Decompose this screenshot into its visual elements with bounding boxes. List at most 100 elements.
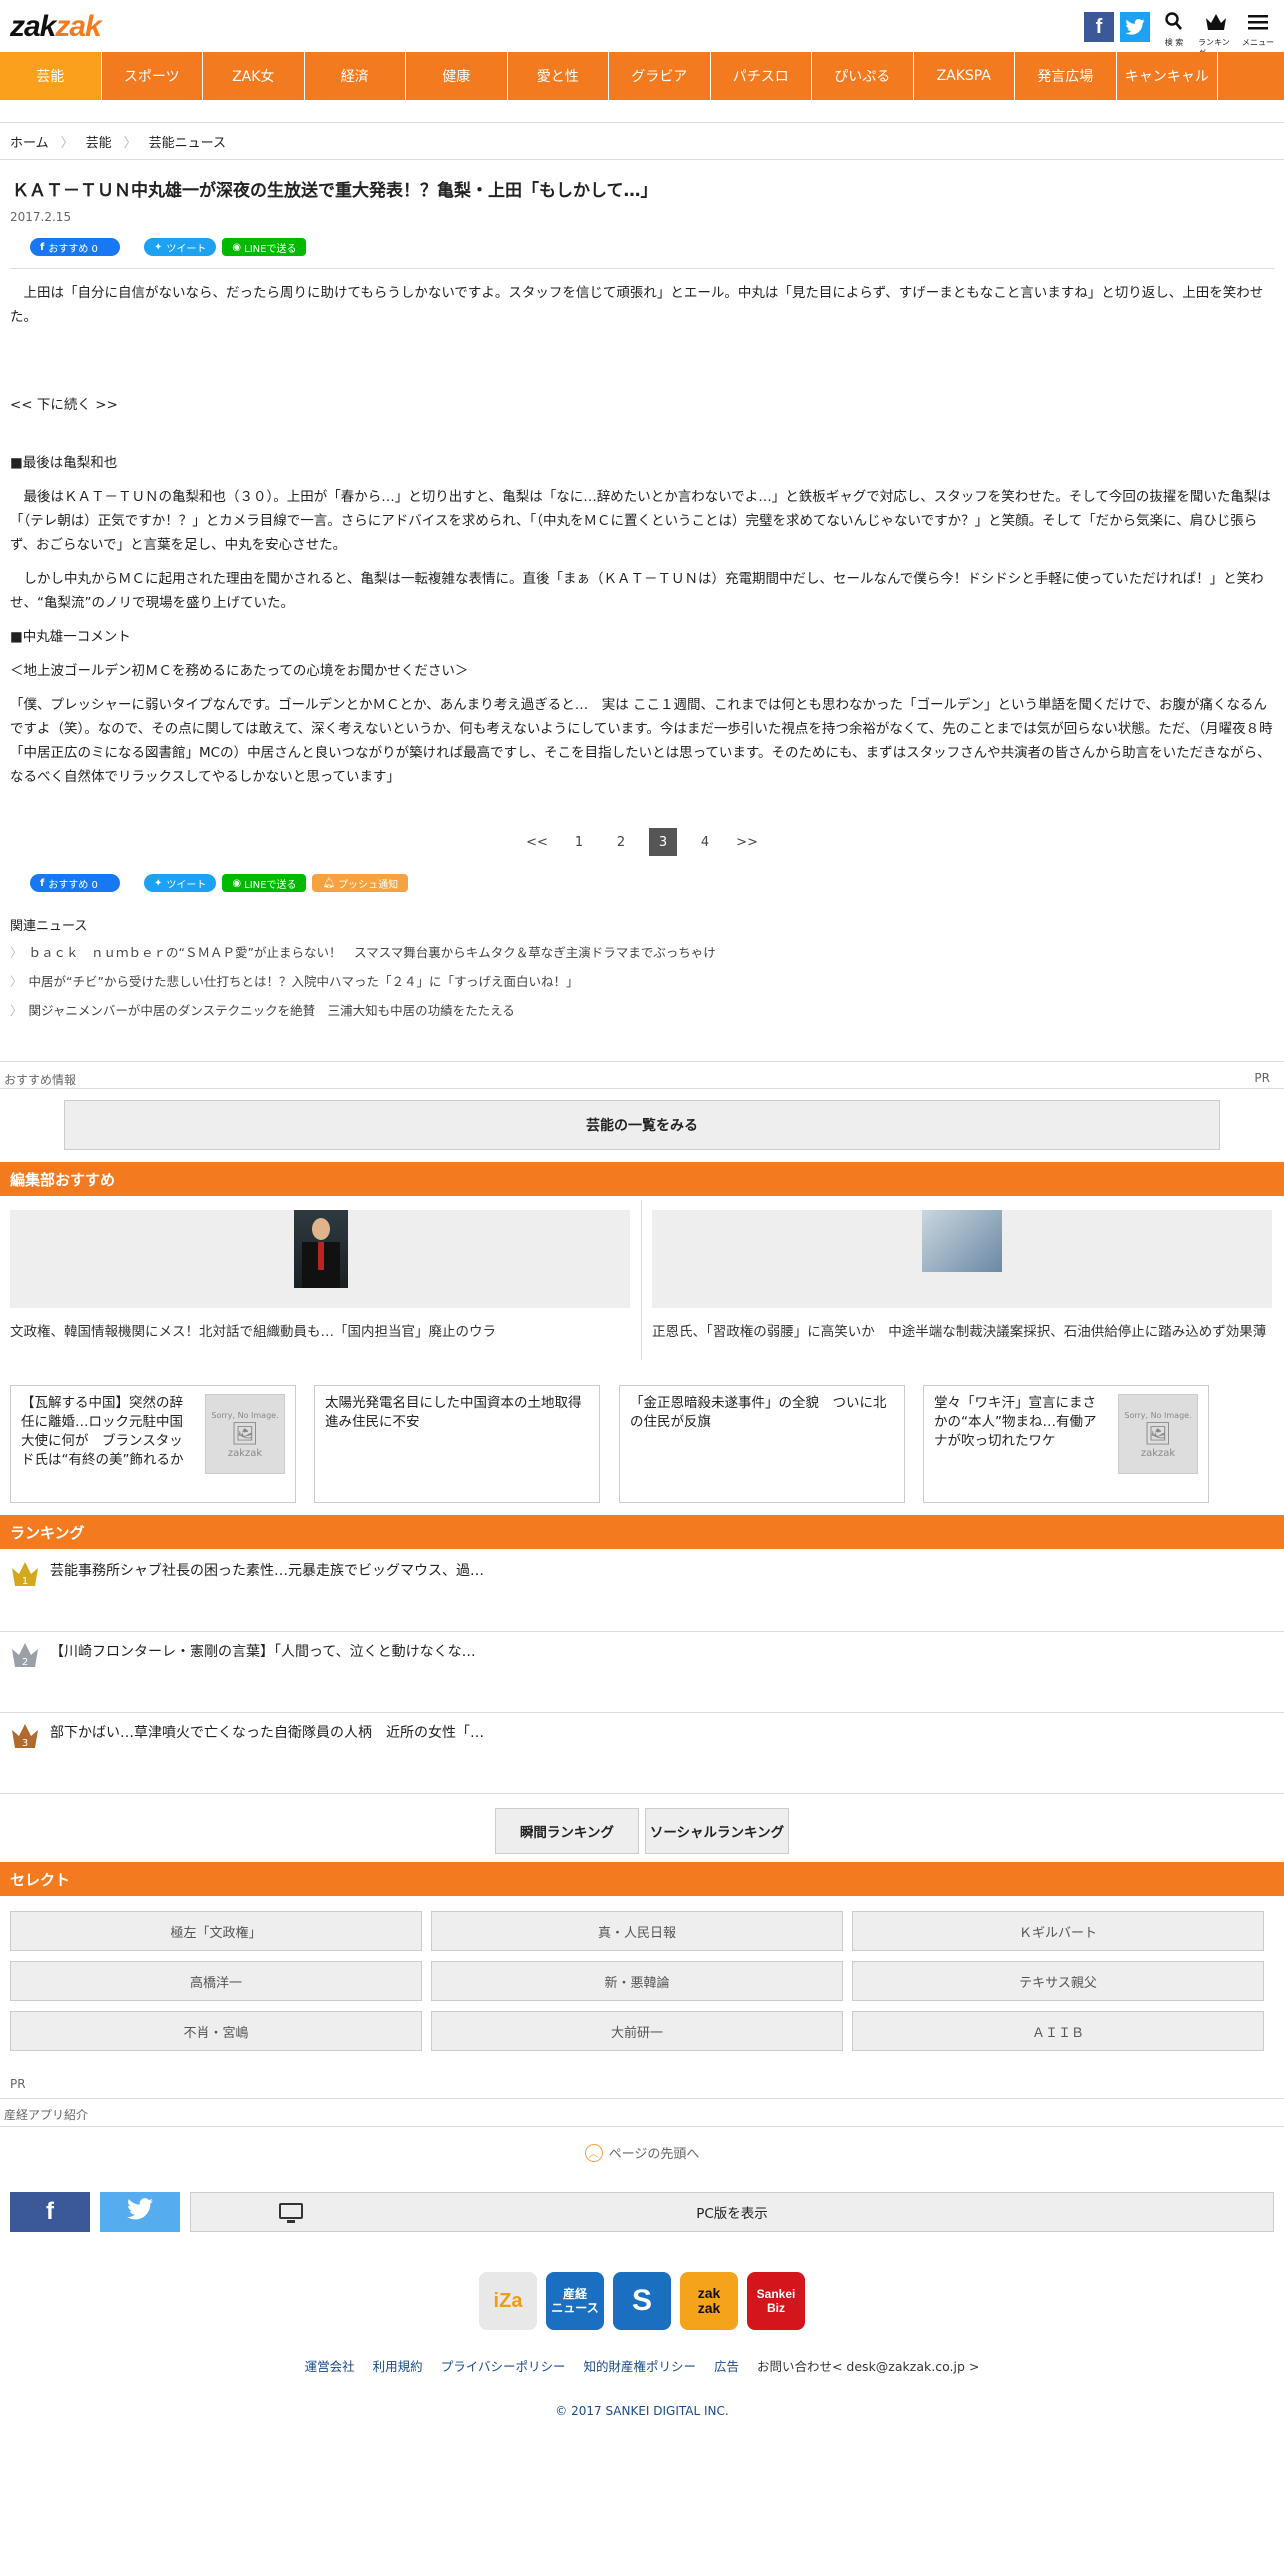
ranking-item[interactable]: 2 【川崎フロンターレ・憲剛の言葉】「人間って、泣くと動けなくな… (0, 1633, 1284, 1713)
pager-page-4[interactable]: 4 (691, 828, 719, 856)
app-logo-label: Sankei Biz (756, 2287, 796, 2315)
article-paragraph: 最後はＫＡＴ－ＴＵＮの亀梨和也（３０）。上田が「春から…」と切り出すと、亀梨は「… (10, 489, 1271, 553)
view-geino-list-button[interactable]: 芸能の一覧をみる (64, 1100, 1220, 1150)
line-share-button[interactable]: ◉ LINEで送る (222, 874, 307, 892)
select-item[interactable]: 極左「文政権」 (10, 1911, 422, 1951)
footer-link-ip-policy[interactable]: 知的財産権ポリシー (583, 2356, 696, 2375)
zakzak-app-logo[interactable]: zak zak (680, 2272, 738, 2330)
pager-last[interactable]: >> (733, 828, 761, 856)
copyright: © 2017 SANKEI DIGITAL INC. (555, 2404, 729, 2418)
facebook-icon[interactable]: f (1084, 12, 1114, 42)
sankeibiz-app-logo[interactable]: Sankei Biz (747, 2272, 805, 2330)
breadcrumb-separator: 〉 (123, 135, 137, 151)
pc-version-button[interactable]: PC版を表示 (190, 2192, 1274, 2232)
nav-item-pachislo[interactable]: パチスロ (711, 52, 812, 100)
article-date: 2017.2.15 (10, 210, 72, 224)
nav-item-people[interactable]: ぴいぷる (812, 52, 914, 100)
site-logo[interactable]: zakzak (10, 10, 102, 44)
tweet-button[interactable]: ✦ ツイート (144, 874, 217, 892)
footer-link-company[interactable]: 運営会社 (305, 2356, 355, 2375)
divider (0, 1061, 1284, 1062)
facebook-icon: f (46, 2198, 54, 2225)
pager-page-1[interactable]: 1 (565, 828, 593, 856)
footer-link-terms[interactable]: 利用規約 (373, 2356, 423, 2375)
facebook-footer-button[interactable]: f (10, 2192, 90, 2232)
pager-page-2[interactable]: 2 (607, 828, 635, 856)
ranking-item[interactable]: 1 芸能事務所シャブ社長の困った素性…元暴走族でビッグマウス、過… (0, 1552, 1284, 1632)
twitter-bird-icon: ✦ (154, 241, 163, 253)
no-image-brand: zakzak (1140, 1447, 1176, 1459)
footer-link-privacy[interactable]: プライバシーポリシー (441, 2356, 566, 2375)
feature-photo (294, 1210, 348, 1288)
ranking-item[interactable]: 3 部下かばい…草津噴火で亡くなった自衛隊員の人柄 近所の女性「… (0, 1714, 1284, 1794)
back-to-top-link[interactable]: ︿ ページの先頭へ (0, 2143, 1284, 2162)
nav-item-sports[interactable]: スポーツ (102, 52, 203, 100)
sankei-news-app-logo[interactable]: 産経 ニュース (546, 2272, 604, 2330)
continue-reading-link[interactable]: << 下に続く >> (10, 393, 1274, 417)
twitter-bird-icon: ✦ (154, 877, 163, 889)
select-item[interactable]: 真・人民日報 (431, 1911, 843, 1951)
tweet-button[interactable]: ✦ ツイート (144, 238, 217, 256)
divider (641, 1200, 642, 1360)
feature-article[interactable]: 文政権、韓国情報機関にメス！北対話で組織動員も…「国内担当官」廃止のウラ (10, 1210, 640, 1364)
gold-crown-icon: 1 (10, 1558, 40, 1588)
select-item[interactable]: 高橋洋一 (10, 1961, 422, 2001)
recommend-card[interactable]: 「金正恩暗殺未遂事件」の全貌 ついに北の住民が反旗 (619, 1385, 905, 1503)
image-icon: 🖼︎ (231, 1421, 259, 1447)
footer-contact[interactable]: お問い合わせ< desk@zakzak.co.jp > (757, 2356, 979, 2375)
feature-photo (922, 1210, 1002, 1272)
image-icon: 🖼︎ (1144, 1421, 1172, 1447)
breadcrumb-home[interactable]: ホーム (10, 132, 49, 151)
recommend-card[interactable]: 太陽光発電名目にした中国資本の土地取得進み住民に不安 (314, 1385, 600, 1503)
select-item[interactable]: 大前研一 (431, 2011, 843, 2051)
menu-button[interactable]: メニュー (1240, 12, 1276, 48)
related-news-item[interactable]: 〉関ジャニメンバーが中居のダンステクニックを絶賛 三浦大知も中居の功績をたたえる (10, 1000, 515, 1019)
select-item[interactable]: 新・悪韓論 (431, 1961, 843, 2001)
recommend-card[interactable]: 【瓦解する中国】突然の辞任に離婚…ロック元駐中国大使に何が ブランスタッド氏は“… (10, 1385, 296, 1503)
nav-item-geino[interactable]: 芸能 (0, 52, 102, 100)
twitter-icon[interactable] (1120, 12, 1150, 42)
twitter-footer-button[interactable] (100, 2192, 180, 2232)
nav-item-gravure[interactable]: グラビア (609, 52, 711, 100)
ranking-text: 芸能事務所シャブ社長の困った素性…元暴走族でビッグマウス、過… (50, 1563, 484, 1579)
instant-ranking-button[interactable]: 瞬間ランキング (495, 1808, 639, 1854)
related-news-item[interactable]: 〉 ｂａｃｋ ｎｕｍｂｅｒの“ＳＭＡＰ愛”が止まらない！ スマスマ舞台裏からキムタ… (10, 942, 716, 961)
nav-item-forum[interactable]: 発言広場 (1015, 52, 1117, 100)
select-item[interactable]: テキサス親父 (852, 1961, 1264, 2001)
pager-page-3-current[interactable]: 3 (649, 828, 677, 856)
related-news-item[interactable]: 〉中居が“チビ”から受けた悲しい仕打ちとは！？入院中ハマった「２４」に「すっげえ… (10, 971, 578, 990)
article-paragraph: 上田は「自分に自信がないなら、だったら周りに助けてもらうしかないですよ。スタッフ… (10, 285, 1264, 325)
recommend-info-label: おすすめ情報 (4, 1073, 77, 1087)
related-news-text: 関ジャニメンバーが中居のダンステクニックを絶賛 三浦大知も中居の功績をたたえる (28, 1003, 515, 1018)
recommend-card[interactable]: 堂々「ワキ汗」宣言にまさかの“本人”物まね…有働アナが吹っ切れたワケ Sorry… (923, 1385, 1209, 1503)
nav-item-economy[interactable]: 経済 (305, 52, 406, 100)
chevron-right-icon: 〉 (10, 1003, 23, 1018)
nav-item-campaign[interactable]: キャンキャル (1117, 52, 1218, 100)
breadcrumb-geino-news[interactable]: 芸能ニュース (149, 132, 226, 151)
social-ranking-button[interactable]: ソーシャルランキング (645, 1808, 789, 1854)
nav-item-zakjo[interactable]: ZAK女 (203, 52, 305, 100)
footer-link-advertising[interactable]: 広告 (714, 2356, 739, 2375)
push-notification-button[interactable]: 🔔︎ プッシュ通知 (312, 874, 409, 892)
article-paragraph: 「僕、プレッシャーに弱いタイプなんです。ゴールデンとかＭＣとか、あんまり考え過ぎ… (10, 697, 1273, 785)
nav-item-zakspa[interactable]: ZAKSPA (914, 52, 1015, 100)
pager-first[interactable]: << (523, 828, 551, 856)
ranking-button[interactable]: ランキング (1198, 12, 1234, 58)
nav-item-love[interactable]: 愛と性 (508, 52, 609, 100)
select-item[interactable]: ＡＩＩＢ (852, 2011, 1264, 2051)
facebook-recommend-button[interactable]: f おすすめ 0 (30, 874, 120, 892)
iza-app-logo[interactable]: iZa (479, 2272, 537, 2330)
search-button[interactable]: 検 索 (1156, 12, 1192, 48)
menu-label: メニュー (1242, 38, 1274, 47)
select-item[interactable]: Ｋギルバート (852, 1911, 1264, 1951)
facebook-icon: f (40, 241, 45, 253)
sanspo-app-logo[interactable]: S (613, 2272, 671, 2330)
recommend-card-text: 【瓦解する中国】突然の辞任に離婚…ロック元駐中国大使に何が ブランスタッド氏は“… (21, 1395, 184, 1468)
feature-article[interactable]: 正恩氏、「習政権の弱腰」に高笑いか 中途半端な制裁決議案採択、石油供給停止に踏み… (652, 1210, 1282, 1364)
line-share-button[interactable]: ◉ LINEで送る (222, 238, 307, 256)
nav-item-health[interactable]: 健康 (406, 52, 508, 100)
facebook-recommend-button[interactable]: f おすすめ 0 (30, 238, 120, 256)
breadcrumb-geino[interactable]: 芸能 (86, 132, 112, 151)
select-item[interactable]: 不肖・宮嶋 (10, 2011, 422, 2051)
article-title: ＫＡＴ－ＴＵＮ中丸雄一が深夜の生放送で重大発表！？亀梨・上田「もしかして…」 (12, 181, 658, 201)
